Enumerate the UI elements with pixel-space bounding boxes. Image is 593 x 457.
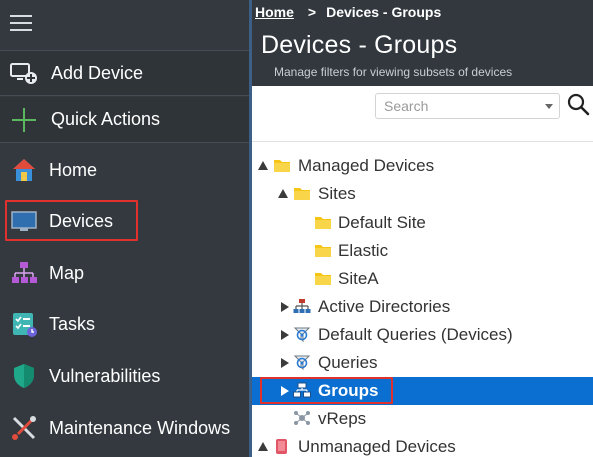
page-subtitle: Manage filters for viewing subsets of de… — [274, 65, 513, 79]
tree-node-label: Default Site — [338, 213, 426, 232]
sidebar-item-label: Maintenance Windows — [49, 417, 231, 438]
page-title: Devices - Groups — [261, 31, 458, 59]
folder-icon — [314, 270, 332, 287]
tree-node-queries[interactable]: Queries — [252, 349, 593, 377]
content-separator — [252, 141, 593, 142]
home-icon — [4, 155, 44, 185]
query-icon — [293, 326, 311, 343]
quick-actions-label: Quick Actions — [51, 109, 161, 129]
sidebar-item-label: Home — [49, 159, 98, 180]
tree-node-label: Default Queries (Devices) — [318, 325, 513, 344]
expand-toggle-icon[interactable] — [258, 161, 268, 170]
tree-node-label: Managed Devices — [298, 156, 435, 175]
breadcrumb: Home > Devices - Groups — [255, 4, 441, 20]
tree-node-vreps[interactable]: vReps — [252, 405, 593, 433]
sidebar-item-label: Map — [49, 262, 85, 283]
page-header: Home > Devices - Groups Devices - Groups M… — [252, 0, 593, 86]
add-device-button[interactable]: Add Device — [0, 50, 249, 96]
sidebar: Add Device Quick Actions Home Devices Ma… — [0, 0, 249, 457]
breadcrumb-home-link[interactable]: Home — [255, 4, 294, 20]
folder-icon — [314, 242, 332, 259]
tree-node-default-queries[interactable]: Default Queries (Devices) — [252, 321, 593, 349]
groups-highlight-box — [260, 377, 393, 404]
tree-node-sitea[interactable]: SiteA — [252, 265, 593, 293]
breadcrumb-current: Devices - Groups — [326, 4, 442, 20]
tree-node-label: Active Directories — [318, 297, 451, 316]
expand-toggle-icon[interactable] — [258, 442, 268, 451]
search-input[interactable] — [376, 94, 536, 118]
expand-toggle-icon[interactable] — [278, 189, 288, 198]
sidebar-item-label: Vulnerabilities — [49, 365, 161, 386]
plus-icon — [4, 105, 44, 135]
tree-node-unmanaged-devices[interactable]: Unmanaged Devices — [252, 433, 593, 457]
tree-node-active-directories[interactable]: Active Directories — [252, 293, 593, 321]
sidebar-item-label: Tasks — [49, 313, 96, 334]
tools-icon — [4, 413, 44, 443]
expand-toggle-icon[interactable] — [281, 330, 289, 340]
folder-icon — [314, 214, 332, 231]
tree-node-label: vReps — [318, 409, 367, 428]
devices-highlight-box — [5, 200, 138, 241]
search-dropdown[interactable] — [375, 93, 560, 119]
vreps-icon — [293, 410, 311, 427]
tree-node-label: Sites — [318, 184, 356, 203]
tasks-checklist-icon — [4, 309, 44, 339]
sidebar-item-vulnerabilities[interactable]: Vulnerabilities — [0, 352, 249, 400]
unmanaged-devices-icon — [273, 438, 291, 455]
sidebar-item-maintenance-windows[interactable]: Maintenance Windows — [0, 404, 249, 452]
breadcrumb-separator: > — [307, 4, 317, 20]
chevron-down-icon[interactable] — [545, 104, 553, 109]
network-map-icon — [4, 258, 44, 288]
folder-icon — [293, 185, 311, 202]
sidebar-item-map[interactable]: Map — [0, 249, 249, 297]
quick-actions-button[interactable]: Quick Actions — [0, 97, 249, 143]
search-icon[interactable] — [567, 93, 591, 117]
folder-icon — [273, 157, 291, 174]
expand-toggle-icon[interactable] — [281, 358, 289, 368]
expand-toggle-icon[interactable] — [281, 302, 289, 312]
tree-node-elastic[interactable]: Elastic — [252, 237, 593, 265]
tree-node-label: SiteA — [338, 269, 379, 288]
shield-icon — [4, 361, 44, 391]
tree-node-label: Unmanaged Devices — [298, 437, 456, 456]
query-icon — [293, 354, 311, 371]
tree-node-default-site[interactable]: Default Site — [252, 209, 593, 237]
add-device-icon — [4, 58, 44, 88]
tree-node-label: Queries — [318, 353, 378, 372]
add-device-label: Add Device — [51, 62, 144, 83]
sidebar-item-home[interactable]: Home — [0, 146, 249, 194]
tree-node-managed-devices[interactable]: Managed Devices — [252, 152, 593, 180]
active-directory-icon — [293, 298, 311, 315]
sidebar-item-tasks[interactable]: Tasks — [0, 300, 249, 348]
tree-node-sites[interactable]: Sites — [252, 180, 593, 208]
tree-node-label: Elastic — [338, 241, 389, 260]
hamburger-menu-icon[interactable] — [10, 15, 32, 33]
